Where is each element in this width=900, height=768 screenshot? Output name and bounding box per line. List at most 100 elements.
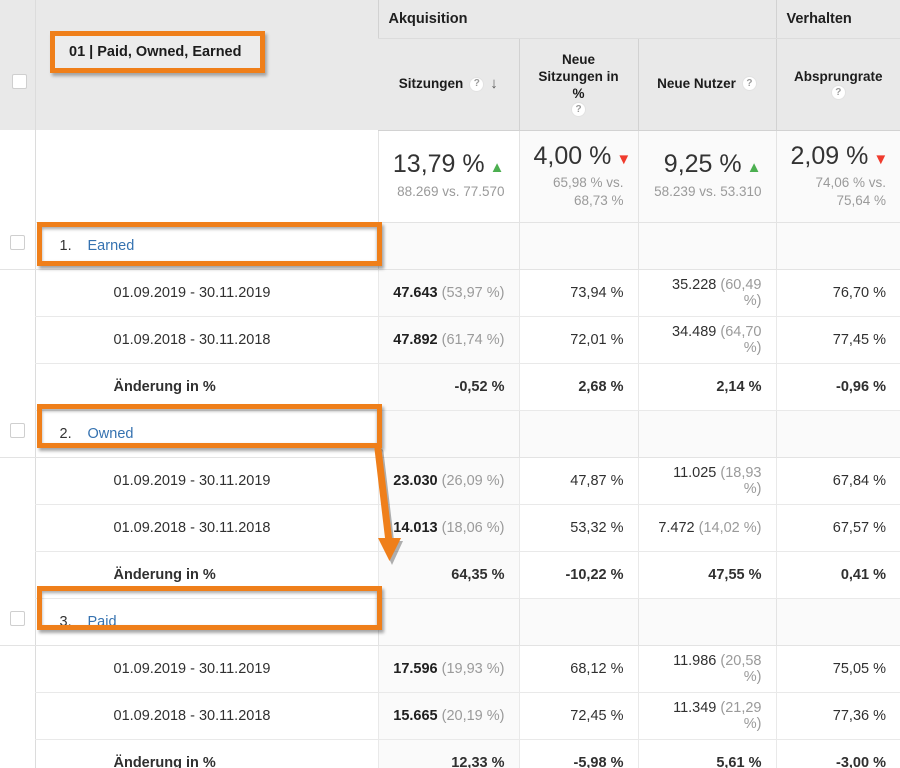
cell-neue-sitzungen: 68,12 %	[519, 645, 638, 692]
cell-absprungrate: 77,36 %	[776, 692, 900, 739]
group-title-row[interactable]: 2. Owned	[0, 410, 900, 457]
cell-neue-nutzer: 47,55 %	[638, 551, 776, 598]
group-header-verhalten: Verhalten	[776, 0, 900, 38]
row-change-label: Änderung in %	[35, 363, 378, 410]
cell-sitzungen: -0,52 %	[378, 363, 519, 410]
help-icon[interactable]: ?	[831, 85, 846, 100]
metric-share: (14,02 %)	[699, 520, 762, 536]
cell-neue-nutzer: 2,14 %	[638, 363, 776, 410]
group-empty-cell	[638, 598, 776, 645]
group-empty-cell	[776, 598, 900, 645]
row-checkbox-cell[interactable]	[0, 410, 35, 457]
group-link-paid[interactable]: Paid	[88, 614, 117, 630]
cell-neue-sitzungen: 72,01 %	[519, 316, 638, 363]
group-empty-cell	[776, 222, 900, 269]
row-checkbox-spacer	[0, 363, 35, 410]
summary-cell-absprungrate: 2,09 %▼ 74,06 % vs. 75,64 %	[776, 130, 900, 222]
table-row-change: Änderung in % 64,35 % -10,22 % 47,55 % 0…	[0, 551, 900, 598]
metric-share: (20,19 %)	[442, 708, 505, 724]
table-row: 01.09.2018 - 30.11.2018 14.013(18,06 %) …	[0, 504, 900, 551]
group-empty-cell	[776, 410, 900, 457]
row-checkbox[interactable]	[10, 611, 25, 626]
cell-neue-sitzungen: 2,68 %	[519, 363, 638, 410]
column-header-neue-nutzer-label: Neue Nutzer	[657, 75, 736, 92]
row-checkbox-spacer	[0, 739, 35, 768]
help-icon[interactable]: ?	[571, 102, 586, 117]
group-empty-cell	[378, 598, 519, 645]
cell-absprungrate: 0,41 %	[776, 551, 900, 598]
cell-neue-sitzungen: 53,32 %	[519, 504, 638, 551]
group-link-owned[interactable]: Owned	[88, 426, 134, 442]
cell-sitzungen: 14.013 (18,06 %)	[378, 504, 519, 551]
summary-dimension-cell	[35, 130, 378, 222]
metric-value: 17.596	[393, 661, 437, 677]
column-header-neue-sitzungen-label: Neue Sitzungen in %	[532, 51, 626, 103]
group-title-row[interactable]: 3. Paid	[0, 598, 900, 645]
column-header-absprungrate[interactable]: Absprungrate ?	[776, 38, 900, 130]
row-checkbox-spacer	[0, 269, 35, 316]
row-checkbox[interactable]	[10, 235, 25, 250]
cell-neue-sitzungen: -10,22 %	[519, 551, 638, 598]
row-period-label: 01.09.2018 - 30.11.2018	[35, 504, 378, 551]
metric-value: 11.986	[673, 653, 716, 669]
table-row: 01.09.2019 - 30.11.2019 47.643(53,97 %) …	[0, 269, 900, 316]
row-change-label: Änderung in %	[35, 551, 378, 598]
row-checkbox-spacer	[0, 457, 35, 504]
select-all-checkbox[interactable]	[12, 74, 27, 89]
row-checkbox-spacer	[0, 504, 35, 551]
cell-neue-sitzungen: 47,87 %	[519, 457, 638, 504]
summary-pct: 4,00 %	[534, 142, 612, 170]
group-dimension-cell[interactable]: 3. Paid	[35, 598, 378, 645]
cell-absprungrate: -0,96 %	[776, 363, 900, 410]
table-row: 01.09.2018 - 30.11.2018 47.892(61,74 %) …	[0, 316, 900, 363]
group-link-earned[interactable]: Earned	[88, 238, 135, 254]
column-header-neue-nutzer[interactable]: Neue Nutzer ?	[638, 38, 776, 130]
trend-down-icon: ▼	[873, 151, 888, 168]
cell-absprungrate: 67,84 %	[776, 457, 900, 504]
cell-neue-nutzer: 11.025(18,93 %)	[638, 457, 776, 504]
group-empty-cell	[638, 222, 776, 269]
group-dimension-cell[interactable]: 1. Earned	[35, 222, 378, 269]
row-period-label: 01.09.2019 - 30.11.2019	[35, 457, 378, 504]
column-header-neue-sitzungen[interactable]: Neue Sitzungen in % ?	[519, 38, 638, 130]
sort-descending-icon[interactable]: ↓	[490, 74, 498, 93]
cell-neue-sitzungen: 73,94 %	[519, 269, 638, 316]
summary-row: 13,79 %▲ 88.269 vs. 77.570 4,00 %▼ 65,98…	[0, 130, 900, 222]
row-period-label: 01.09.2019 - 30.11.2019	[35, 645, 378, 692]
group-dimension-cell[interactable]: 2. Owned	[35, 410, 378, 457]
help-icon[interactable]: ?	[742, 76, 757, 91]
group-empty-cell	[519, 222, 638, 269]
help-icon[interactable]: ?	[469, 77, 484, 92]
cell-sitzungen: 47.892(61,74 %)	[378, 316, 519, 363]
cell-neue-nutzer: 7.472(14,02 %)	[638, 504, 776, 551]
summary-checkbox-cell	[0, 130, 35, 222]
metric-share: (53,97 %)	[442, 285, 505, 301]
summary-cell-neue-sitzungen: 4,00 %▼ 65,98 % vs. 68,73 %	[519, 130, 638, 222]
row-checkbox-cell[interactable]	[0, 222, 35, 269]
trend-up-icon: ▲	[747, 159, 762, 176]
metric-value: 14.013	[393, 520, 437, 536]
metric-share: (60,49 %)	[720, 277, 761, 309]
cell-neue-nutzer: 5,61 %	[638, 739, 776, 768]
column-header-sitzungen-label: Sitzungen	[399, 75, 464, 92]
group-title-row[interactable]: 1. Earned	[0, 222, 900, 269]
row-checkbox-cell[interactable]	[0, 598, 35, 645]
summary-sub: 58.239 vs. 53.310	[653, 183, 762, 201]
cell-neue-sitzungen: -5,98 %	[519, 739, 638, 768]
metric-share: (18,06 %)	[442, 520, 505, 536]
analytics-report: Akquisition Verhalten Sitzungen ? ↓ Neue…	[0, 0, 900, 768]
row-checkbox[interactable]	[10, 423, 25, 438]
group-empty-cell	[378, 410, 519, 457]
metric-value: 47.643	[393, 285, 437, 301]
segment-label: 01 | Paid, Owned, Earned	[69, 44, 241, 60]
table-row: 01.09.2019 - 30.11.2019 23.030(26,09 %) …	[0, 457, 900, 504]
row-change-label: Änderung in %	[35, 739, 378, 768]
row-period-label: 01.09.2019 - 30.11.2019	[35, 269, 378, 316]
analytics-table: Akquisition Verhalten Sitzungen ? ↓ Neue…	[0, 0, 900, 768]
summary-sub: 74,06 % vs. 75,64 %	[791, 174, 887, 209]
column-header-sitzungen[interactable]: Sitzungen ? ↓	[378, 38, 519, 130]
select-all-checkbox-cell[interactable]	[0, 38, 35, 130]
metric-value: 23.030	[393, 473, 437, 489]
cell-absprungrate: -3,00 %	[776, 739, 900, 768]
metric-value: 11.349	[673, 700, 716, 716]
